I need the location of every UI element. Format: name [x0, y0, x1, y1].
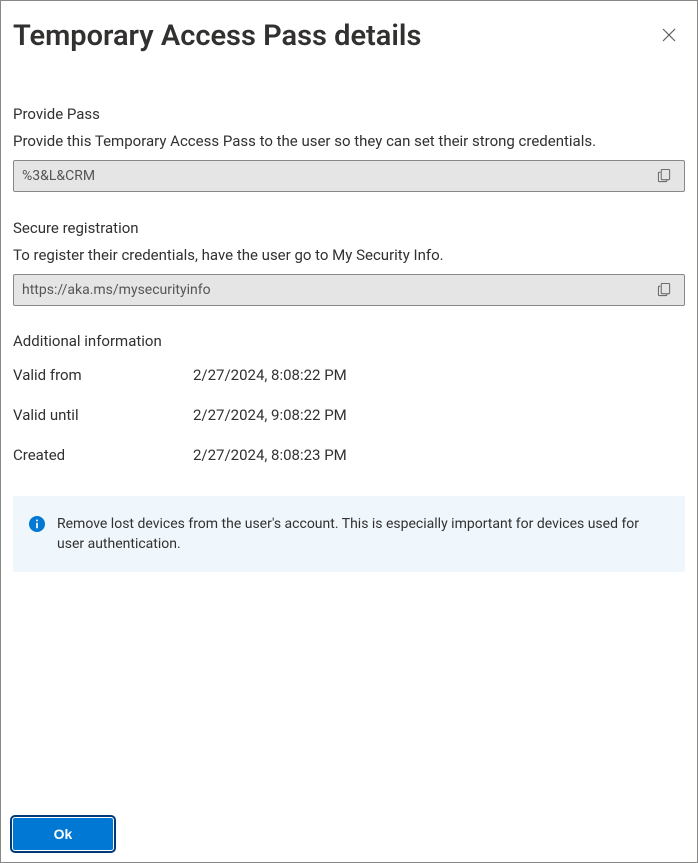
info-icon — [29, 516, 45, 532]
tap-details-dialog: Temporary Access Pass details Provide Pa… — [0, 0, 698, 863]
copy-pass-button[interactable] — [653, 164, 676, 187]
info-row-created: Created 2/27/2024, 8:08:23 PM — [13, 446, 685, 464]
info-label: Valid from — [13, 366, 193, 384]
copy-icon — [657, 168, 672, 183]
secure-registration-heading: Secure registration — [13, 218, 685, 239]
provide-pass-section: Provide Pass Provide this Temporary Acce… — [13, 104, 685, 192]
copy-icon — [657, 282, 672, 297]
secure-registration-section: Secure registration To register their cr… — [13, 218, 685, 306]
secure-registration-value[interactable]: https://aka.ms/mysecurityinfo — [22, 282, 653, 298]
info-row-valid-until: Valid until 2/27/2024, 9:08:22 PM — [13, 406, 685, 424]
additional-info-heading: Additional information — [13, 332, 685, 350]
provide-pass-field: %3&L&CRM — [13, 160, 685, 192]
provide-pass-heading: Provide Pass — [13, 104, 685, 125]
close-button[interactable] — [653, 19, 685, 51]
info-value: 2/27/2024, 9:08:22 PM — [193, 406, 685, 424]
close-icon — [662, 28, 676, 42]
dialog-title: Temporary Access Pass details — [13, 19, 421, 54]
info-label: Created — [13, 446, 193, 464]
info-value: 2/27/2024, 8:08:23 PM — [193, 446, 685, 464]
info-banner-text: Remove lost devices from the user's acco… — [57, 514, 663, 555]
info-banner: Remove lost devices from the user's acco… — [13, 496, 685, 573]
provide-pass-description: Provide this Temporary Access Pass to th… — [13, 131, 685, 152]
dialog-header: Temporary Access Pass details — [13, 19, 685, 54]
info-value: 2/27/2024, 8:08:22 PM — [193, 366, 685, 384]
secure-registration-description: To register their credentials, have the … — [13, 245, 685, 266]
dialog-footer: Ok — [13, 806, 685, 850]
provide-pass-value[interactable]: %3&L&CRM — [22, 168, 653, 184]
secure-registration-field: https://aka.ms/mysecurityinfo — [13, 274, 685, 306]
dialog-content: Provide Pass Provide this Temporary Acce… — [13, 104, 685, 806]
info-row-valid-from: Valid from 2/27/2024, 8:08:22 PM — [13, 366, 685, 384]
ok-button[interactable]: Ok — [13, 818, 113, 850]
info-label: Valid until — [13, 406, 193, 424]
copy-url-button[interactable] — [653, 278, 676, 301]
